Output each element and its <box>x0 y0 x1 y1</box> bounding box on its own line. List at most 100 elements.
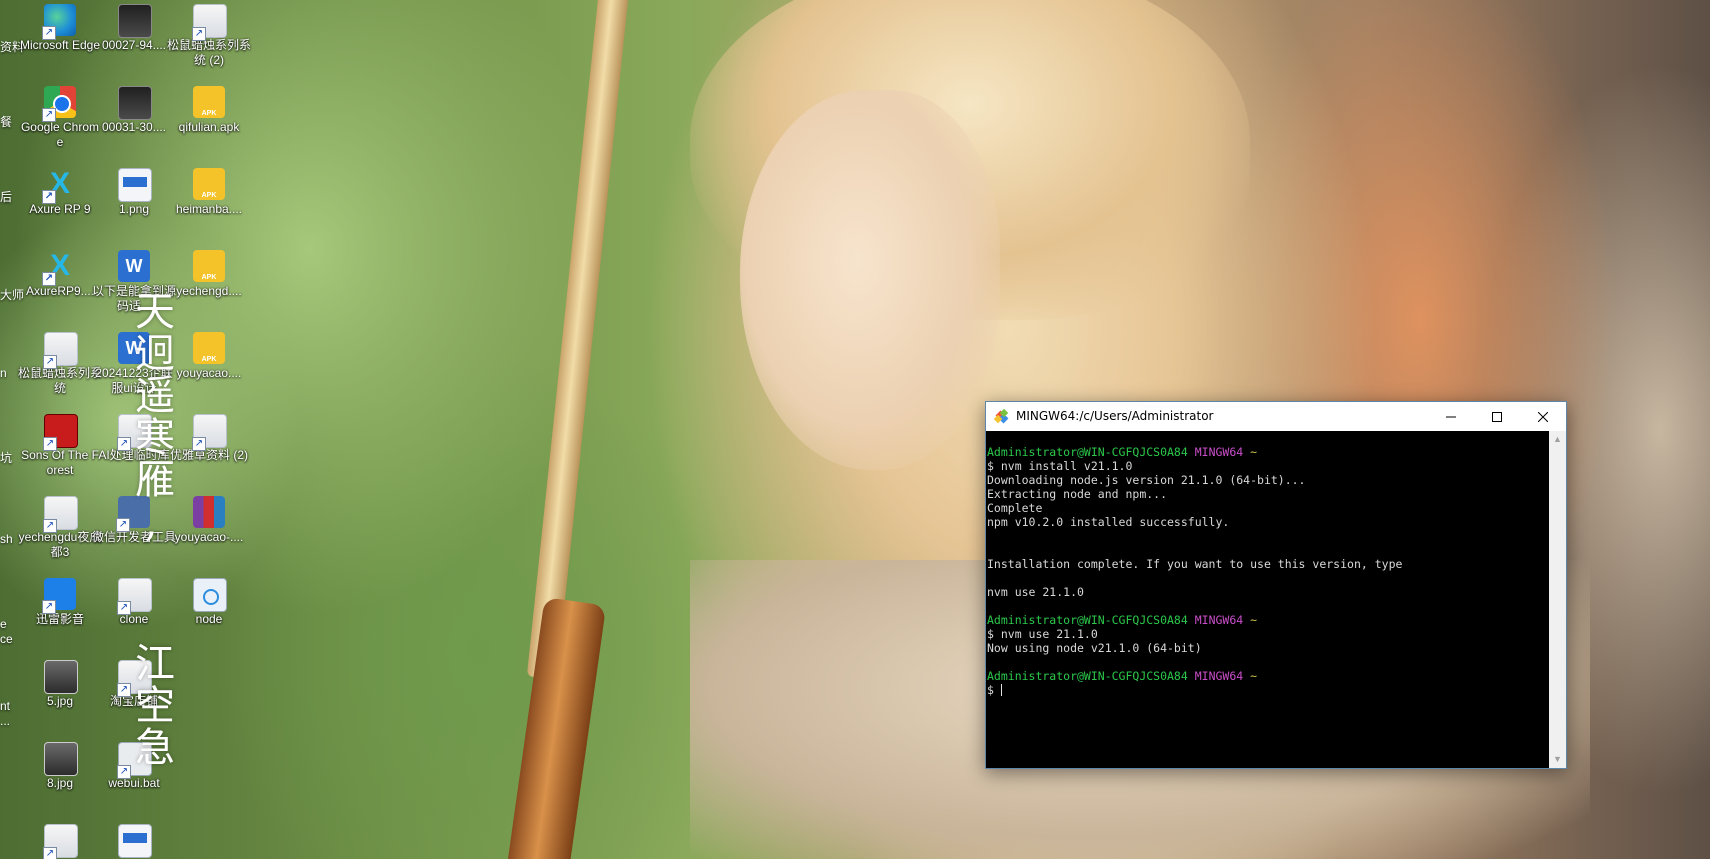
axure-icon: X <box>42 168 76 204</box>
desktop-icon-8-jpg[interactable]: 8.jpg <box>22 738 98 813</box>
text-cursor <box>1000 684 1002 696</box>
desktop-icon-squirrel-system-2[interactable]: 松鼠蜡烛系列系统 (2) <box>167 0 251 75</box>
word-document-icon: W <box>118 250 150 282</box>
desktop-icon-label: 迅雷影音 <box>35 612 84 626</box>
axure-icon: X <box>42 250 76 286</box>
prompt-environment: MINGW64 <box>1187 669 1244 683</box>
desktop-icon-youyacao-apk[interactable]: youyacao.... <box>171 328 247 403</box>
chrome-icon <box>42 86 76 122</box>
terminal-titlebar[interactable]: MINGW64:/c/Users/Administrator <box>986 402 1566 431</box>
desktop-icon-label: Microsoft Edge <box>19 38 101 52</box>
wallpaper-poem-line-2: 江空急 <box>128 642 174 768</box>
desktop-icon-document[interactable] <box>22 820 98 859</box>
edge-label: 后 <box>0 190 13 204</box>
edge-label: sh <box>0 532 13 546</box>
desktop-icon-label: qifulian.apk <box>178 120 240 134</box>
wallpaper-staff-grip <box>505 597 607 859</box>
desktop-icon-label: 优雅草资料 (2) <box>169 448 248 462</box>
desktop-icon-label: AxureRP9.... <box>25 284 95 298</box>
desktop-icon-heimanba-apk[interactable]: heimanba.... <box>171 164 247 239</box>
prompt-environment: MINGW64 <box>1187 445 1244 459</box>
desktop-icon-label: 00031-30.... <box>101 120 167 134</box>
edge-label: ce <box>0 632 13 646</box>
desktop-icon-label: Sons Of The Forest <box>21 448 99 477</box>
document-shortcut-icon <box>43 496 78 533</box>
desktop-icon-1-png[interactable]: 1.png <box>96 164 172 239</box>
desktop-icon-yechengdu[interactable]: yechengdu夜成都3 <box>19 492 101 567</box>
desktop-icon-qifulian-apk[interactable]: qifulian.apk <box>171 82 247 157</box>
edge-label: e <box>0 617 7 631</box>
terminal-output-line: $ nvm use 21.1.0 <box>987 627 1098 641</box>
edge-label: 坑 <box>0 451 13 465</box>
desktop-icon-google-chrome[interactable]: Google Chrome <box>21 82 99 157</box>
terminal-input-line[interactable]: $ <box>987 683 1402 697</box>
prompt-directory: ~ <box>1243 669 1258 683</box>
desktop-icon-squirrel-system[interactable]: 松鼠蜡烛系列系统 <box>18 328 102 403</box>
desktop-icon-label: 1.png <box>118 202 150 216</box>
desktop-icon-axurerp9[interactable]: X AxureRP9.... <box>22 246 98 321</box>
desktop-icon-axure-rp-9[interactable]: X Axure RP 9 <box>22 164 98 239</box>
terminal-window[interactable]: MINGW64:/c/Users/Administrator Administr… <box>985 401 1567 769</box>
terminal-scrollbar[interactable]: ▲ ▼ <box>1549 431 1566 768</box>
desktop-icon-yechengd-apk[interactable]: yechengd.... <box>171 246 247 321</box>
desktop-icon-00031[interactable]: 00031-30.... <box>96 82 172 157</box>
wallpaper-staff <box>526 0 630 680</box>
desktop-icon-xunlei[interactable]: 迅雷影音 <box>22 574 98 649</box>
edge-label: 餐 <box>0 115 13 129</box>
minimize-button[interactable] <box>1428 402 1474 431</box>
image-thumbnail-icon <box>118 86 152 120</box>
document-icon <box>118 824 152 858</box>
terminal-output-line: Installation complete. If you want to us… <box>987 557 1403 571</box>
desktop-icon-microsoft-edge[interactable]: Microsoft Edge <box>20 0 100 75</box>
desktop-icon-label: 8.jpg <box>46 776 74 790</box>
desktop-icon-label: yechengd.... <box>176 284 242 298</box>
desktop-icon-5-jpg[interactable]: 5.jpg <box>22 656 98 731</box>
terminal-title: MINGW64:/c/Users/Administrator <box>1016 409 1214 423</box>
edge-label: nt <box>0 699 11 713</box>
terminal-prompt-line: Administrator@WIN-CGFQJCS0A84 MINGW64 ~ <box>987 669 1402 683</box>
desktop-icon-label: webui.bat <box>108 776 160 790</box>
terminal-output-line: nvm use 21.1.0 <box>987 585 1084 599</box>
wallpaper-poem-line-1: 天迥遥寒雁, <box>128 290 174 548</box>
desktop-icon-label: node <box>195 612 223 626</box>
scroll-up-arrow-icon[interactable]: ▲ <box>1549 431 1566 448</box>
photo-icon <box>44 660 78 694</box>
photo-icon <box>44 742 78 776</box>
maximize-icon <box>1492 411 1502 422</box>
desktop-icon-sons-of-the-forest[interactable]: Sons Of The Forest <box>21 410 99 485</box>
desktop-icon-label: 松鼠蜡烛系列系统 (2) <box>167 38 252 67</box>
terminal-prompt-line: Administrator@WIN-CGFQJCS0A84 MINGW64 ~ <box>987 613 1402 627</box>
image-thumbnail-icon <box>118 4 152 38</box>
scroll-down-arrow-icon[interactable]: ▼ <box>1549 751 1566 768</box>
desktop-icon-youyacao-rar[interactable]: youyacao-.... <box>171 492 247 567</box>
close-button[interactable] <box>1520 402 1566 431</box>
game-icon <box>43 414 78 451</box>
terminal-output-line: Complete <box>987 501 1043 515</box>
rar-archive-icon <box>193 496 225 528</box>
input-prompt: $ <box>987 683 1001 697</box>
prompt-directory: ~ <box>1243 613 1258 627</box>
desktop-icon-label: Google Chrome <box>20 120 100 149</box>
desktop-icon-00027[interactable]: 00027-94.... <box>96 0 172 75</box>
node-file-icon <box>193 578 227 612</box>
xunlei-icon <box>42 578 76 614</box>
apk-file-icon <box>193 250 225 282</box>
desktop-icon-node[interactable]: node <box>171 574 247 649</box>
document-shortcut-icon <box>192 4 227 41</box>
document-shortcut-icon <box>192 414 227 451</box>
prompt-user: Administrator@WIN-CGFQJCS0A84 <box>987 445 1188 459</box>
desktop-icon-document-2[interactable] <box>96 820 172 859</box>
folder-shortcut-icon <box>117 578 152 615</box>
terminal-prompt-line: Administrator@WIN-CGFQJCS0A84 MINGW64 ~ <box>987 445 1402 459</box>
desktop-icon-youyacao-docs-2[interactable]: 优雅草资料 (2) <box>170 410 248 485</box>
desktop-icon-label: clone <box>119 612 149 626</box>
desktop-icon-label: Axure RP 9 <box>29 202 91 216</box>
maximize-button[interactable] <box>1474 402 1520 431</box>
desktop-icon-clone[interactable]: clone <box>96 574 172 649</box>
edge-label: n <box>0 366 7 380</box>
terminal-output[interactable]: Administrator@WIN-CGFQJCS0A84 MINGW64 ~ $… <box>986 431 1549 768</box>
